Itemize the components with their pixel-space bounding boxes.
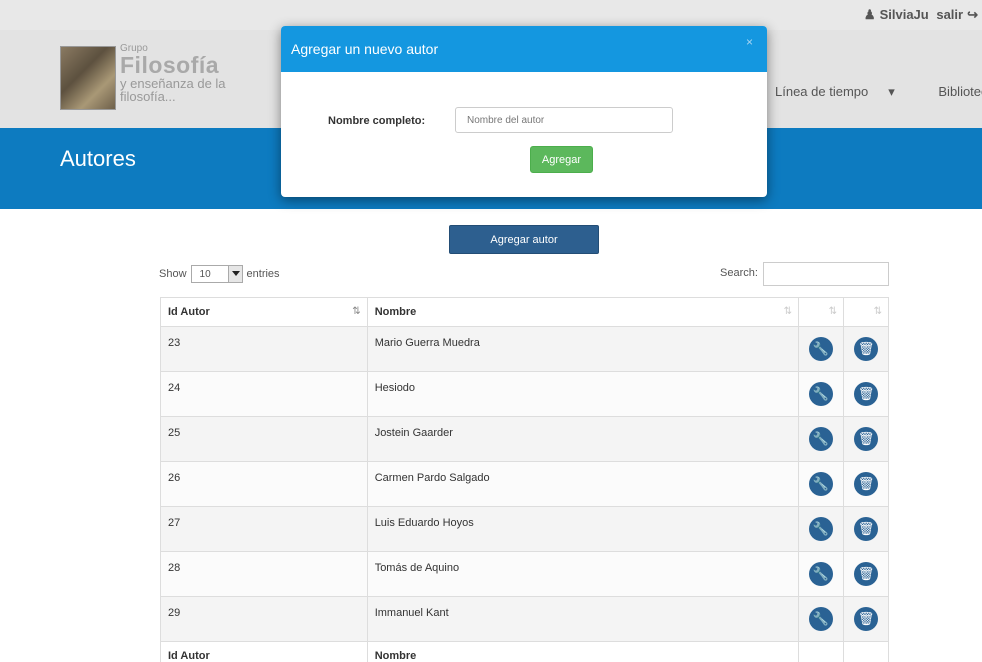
cell-edit: 🔧 xyxy=(798,326,844,372)
table-row: 23 Mario Guerra Muedra 🔧 🗑 xyxy=(160,326,890,372)
user-area: ♟ SilviaJu salir ↪ xyxy=(860,7,978,23)
close-icon[interactable]: × xyxy=(746,35,753,49)
column-header-nombre[interactable]: Nombre xyxy=(366,297,800,327)
cell-id: 24 xyxy=(160,371,368,417)
cell-delete: 🗑 xyxy=(842,551,890,597)
cell-id: 25 xyxy=(160,416,368,462)
cell-id: 27 xyxy=(160,506,368,552)
column-footer-delete xyxy=(842,641,890,662)
logo-line-4: filosofía... xyxy=(120,89,176,104)
cell-nombre: Carmen Pardo Salgado xyxy=(366,461,800,507)
wrench-icon[interactable]: 🔧 xyxy=(808,427,833,451)
nav-label: Biblioteca xyxy=(938,84,982,99)
submit-author-button[interactable]: Agregar xyxy=(530,146,593,173)
cell-id: 23 xyxy=(160,326,368,372)
user-icon: ♟ xyxy=(863,7,876,22)
cell-delete: 🗑 xyxy=(842,506,890,552)
main-nav: Línea de tiempo ▾ Biblioteca ▾ xyxy=(775,84,982,100)
table-row: 25 Jostein Gaarder 🔧 🗑 xyxy=(160,416,890,462)
username[interactable]: SilviaJu xyxy=(880,7,929,22)
table-footer-row: Id Autor Nombre xyxy=(160,641,890,662)
wrench-icon[interactable]: 🔧 xyxy=(808,337,833,361)
column-header-delete[interactable] xyxy=(842,297,890,327)
trash-icon[interactable]: 🗑 xyxy=(853,517,878,541)
add-author-modal: Agregar un nuevo autor × Nombre completo… xyxy=(281,26,767,197)
table-row: 24 Hesiodo 🔧 🗑 xyxy=(160,371,890,417)
column-footer-nombre: Nombre xyxy=(366,641,800,662)
wrench-icon[interactable]: 🔧 xyxy=(808,382,833,406)
nav-item-biblioteca[interactable]: Biblioteca ▾ xyxy=(938,84,982,99)
logo-line-2: Filosofía xyxy=(120,52,220,78)
logo-text[interactable]: Grupo Filosofía y enseñanza de la filoso… xyxy=(120,44,226,104)
modal-header: Agregar un nuevo autor × xyxy=(281,26,767,72)
authors-table: Id Autor Nombre 23Mario Guerra Muedra🔧🗑2… xyxy=(160,297,890,662)
wrench-icon[interactable]: 🔧 xyxy=(808,607,833,631)
cell-id: 26 xyxy=(160,461,368,507)
table-row: 26 Carmen Pardo Salgado 🔧 🗑 xyxy=(160,461,890,507)
wrench-icon[interactable]: 🔧 xyxy=(808,472,833,496)
trash-icon[interactable]: 🗑 xyxy=(853,382,878,406)
show-label: Show xyxy=(159,268,187,280)
cell-edit: 🔧 xyxy=(798,596,844,642)
table-header-row: Id Autor Nombre xyxy=(160,297,890,327)
trash-icon[interactable]: 🗑 xyxy=(853,562,878,586)
add-author-button[interactable]: Agregar autor xyxy=(449,225,599,254)
column-header-id[interactable]: Id Autor xyxy=(160,297,368,327)
cell-nombre: Mario Guerra Muedra xyxy=(366,326,800,372)
authors-table-body: 23 Mario Guerra Muedra 🔧 🗑 24 Hesiodo 🔧 🗑 25 Jost… xyxy=(160,326,890,642)
cell-nombre: Luis Eduardo Hoyos xyxy=(366,506,800,552)
logout-link[interactable]: salir xyxy=(936,7,963,22)
cell-edit: 🔧 xyxy=(798,371,844,417)
search-label: Search: xyxy=(720,267,758,279)
column-footer-id: Id Autor xyxy=(160,641,368,662)
table-row: 28 Tomás de Aquino 🔧 🗑 xyxy=(160,551,890,597)
cell-edit: 🔧 xyxy=(798,506,844,552)
cell-id: 29 xyxy=(160,596,368,642)
table-row: 29 Immanuel Kant 🔧 🗑 xyxy=(160,596,890,642)
nav-label: Línea de tiempo xyxy=(775,84,869,99)
cell-delete: 🗑 xyxy=(842,596,890,642)
search-input[interactable] xyxy=(763,262,889,286)
page-title: Autores xyxy=(60,146,136,171)
cell-delete: 🗑 xyxy=(842,371,890,417)
modal-title: Agregar un nuevo autor xyxy=(291,41,439,57)
cell-nombre: Immanuel Kant xyxy=(366,596,800,642)
chevron-down-icon: ▾ xyxy=(888,84,895,99)
cell-nombre: Hesiodo xyxy=(366,371,800,417)
logo-image[interactable] xyxy=(60,46,116,110)
cell-delete: 🗑 xyxy=(842,461,890,507)
trash-icon[interactable]: 🗑 xyxy=(853,607,878,631)
cell-nombre: Jostein Gaarder xyxy=(366,416,800,462)
cell-id: 28 xyxy=(160,551,368,597)
entries-label: entries xyxy=(246,268,280,280)
wrench-icon[interactable]: 🔧 xyxy=(808,517,833,541)
column-footer-edit xyxy=(798,641,844,662)
trash-icon[interactable]: 🗑 xyxy=(853,472,878,496)
author-name-label: Nombre completo: xyxy=(328,115,426,127)
cell-edit: 🔧 xyxy=(798,551,844,597)
entries-length-select[interactable]: 10 xyxy=(190,265,243,283)
cell-nombre: Tomás de Aquino xyxy=(366,551,800,597)
trash-icon[interactable]: 🗑 xyxy=(853,337,878,361)
wrench-icon[interactable]: 🔧 xyxy=(808,562,833,586)
cell-delete: 🗑 xyxy=(842,416,890,462)
show-entries-control: Show 10 entries xyxy=(159,265,280,283)
cell-edit: 🔧 xyxy=(798,461,844,507)
trash-icon[interactable]: 🗑 xyxy=(853,427,878,451)
cell-delete: 🗑 xyxy=(842,326,890,372)
chevron-down-icon[interactable] xyxy=(227,266,242,282)
nav-item-linea-de-tiempo[interactable]: Línea de tiempo ▾ xyxy=(775,84,915,99)
logout-icon[interactable]: ↪ xyxy=(967,7,978,22)
author-name-input[interactable] xyxy=(455,107,673,133)
column-header-edit[interactable] xyxy=(798,297,844,327)
table-row: 27 Luis Eduardo Hoyos 🔧 🗑 xyxy=(160,506,890,552)
entries-length-value: 10 xyxy=(199,268,211,280)
cell-edit: 🔧 xyxy=(798,416,844,462)
